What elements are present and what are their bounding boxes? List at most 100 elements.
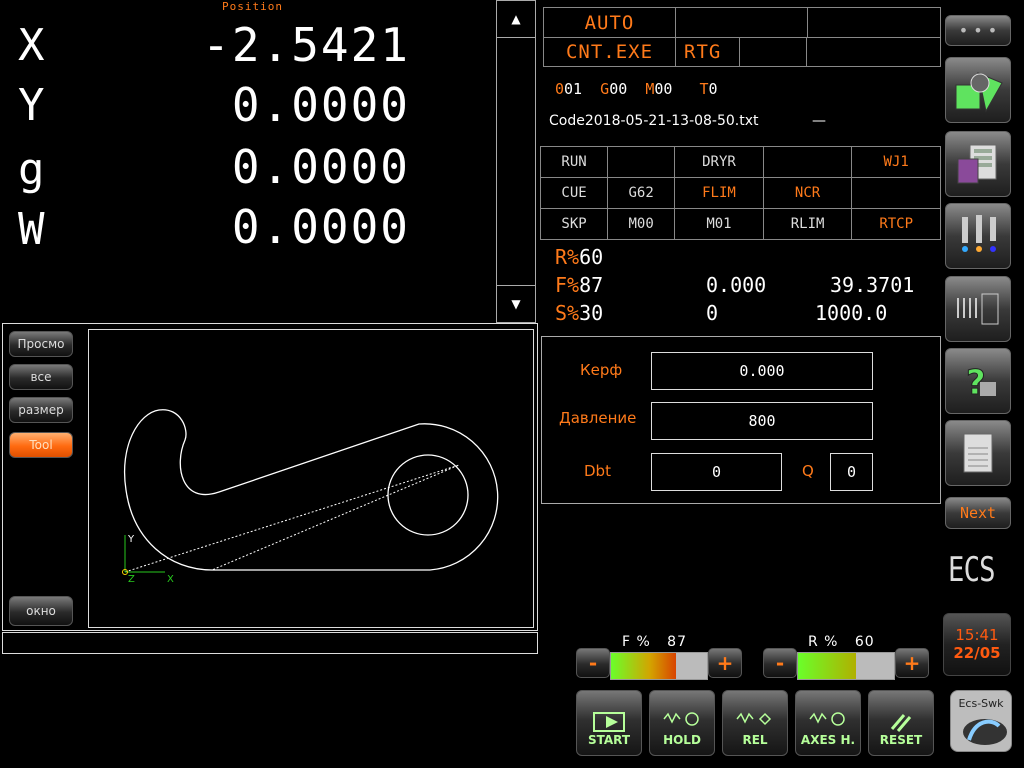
mode-empty-3 — [806, 37, 941, 67]
part-outer-contour — [124, 409, 499, 571]
tool-button[interactable]: Tool — [9, 432, 73, 458]
kerf-label: Керф — [580, 361, 623, 379]
status-cell: G62 — [607, 177, 676, 209]
size-button[interactable]: размер — [9, 397, 73, 423]
status-cell: CUE — [539, 177, 609, 209]
axis-g-value: 0.0000 — [231, 140, 410, 194]
swk-emblem-icon — [963, 719, 1007, 745]
show-all-button[interactable]: все — [9, 364, 73, 390]
mode-cnt: CNT.EXE — [543, 37, 676, 67]
status-cell: DRYR — [674, 146, 764, 178]
ecs-swk-badge[interactable]: Ecs-Swk — [950, 690, 1012, 752]
release-button[interactable]: REL — [722, 690, 788, 756]
feed-override-caption: F % 87 — [622, 634, 687, 650]
status-cell: RLIM — [762, 208, 853, 240]
mode-rtg-box — [739, 37, 807, 67]
feed-programmed: 39.3701 — [830, 273, 915, 297]
z-axis-label: Z — [128, 574, 135, 585]
rapid-override-caption: R % 60 — [808, 634, 875, 650]
program-file-name: Code2018-05-21-13-08-50.txt — [549, 113, 759, 129]
next-page-button[interactable]: Next — [945, 497, 1011, 529]
dbt-field[interactable]: 0 — [651, 453, 782, 491]
start-label: START — [587, 733, 631, 747]
clock-date: 22/05 — [953, 644, 1001, 662]
dbt-label: Dbt — [584, 462, 611, 480]
mode-empty-1 — [675, 7, 808, 38]
status-row: SKP M00 M01 RLIM RTCP — [539, 208, 941, 240]
triangle-down-icon: ▼ — [511, 297, 521, 311]
torch-setup-button[interactable] — [945, 203, 1011, 269]
y-axis-label: Y — [127, 534, 135, 545]
status-row: RUN DRYR WJ1 — [539, 146, 941, 178]
release-icon — [736, 712, 772, 726]
status-cell: M00 — [607, 208, 676, 240]
feed-minus-button[interactable]: - — [576, 648, 610, 678]
hold-button[interactable]: HOLD — [649, 690, 715, 756]
spindle-programmed: 1000.0 — [815, 301, 888, 325]
clock-time: 15:41 — [955, 626, 999, 644]
ellipsis-icon: • • • — [958, 21, 998, 40]
shapes-button[interactable] — [945, 57, 1011, 123]
release-label: REL — [742, 733, 768, 747]
feed-override-bar[interactable] — [610, 652, 708, 680]
hold-icon — [663, 712, 699, 726]
x-axis-label: X — [167, 574, 174, 585]
status-cell: RUN — [539, 146, 609, 178]
axis-g-name: g — [18, 144, 45, 195]
start-icon — [593, 712, 625, 732]
spindle-rate: S%30 — [555, 301, 604, 325]
status-cell — [762, 146, 853, 178]
document-icon — [963, 433, 993, 473]
badge-label: Ecs-Swk — [958, 697, 1004, 710]
axes-hold-label: AXES H. — [800, 733, 856, 747]
axes-hold-button[interactable]: AXES H. — [795, 690, 861, 756]
scroll-down-button[interactable]: ▼ — [497, 285, 535, 322]
report-button[interactable] — [945, 420, 1011, 486]
help-icon: ? — [966, 363, 996, 404]
program-library-button[interactable] — [945, 131, 1011, 197]
reset-button[interactable]: RESET — [868, 690, 934, 756]
gcode-line: 001 G00 M00 T0 — [555, 80, 718, 98]
toolpath-canvas[interactable]: Y X Z — [88, 329, 534, 628]
mode-empty-2 — [807, 7, 941, 38]
status-cell — [607, 146, 676, 178]
rapid-override-fill — [798, 653, 856, 679]
position-title: Position — [222, 0, 283, 13]
feed-override-fill — [611, 653, 677, 679]
part-hole-contour — [387, 454, 469, 536]
reset-icon — [890, 714, 912, 732]
kerf-field[interactable]: 0.000 — [651, 352, 873, 390]
ecs-logo: ECS — [948, 550, 996, 590]
window-button[interactable]: окно — [9, 596, 73, 626]
q-field[interactable]: 0 — [830, 453, 873, 491]
clock: 15:41 22/05 — [943, 613, 1011, 676]
feed-plus-button[interactable]: + — [708, 648, 742, 678]
q-label: Q — [802, 462, 814, 480]
scroll-up-button[interactable]: ▲ — [497, 1, 535, 38]
rapid-rate: R%60 — [555, 245, 604, 269]
axis-y-value: 0.0000 — [231, 78, 410, 132]
feed-rate: F%87 — [555, 273, 604, 297]
rapid-moves — [124, 464, 460, 573]
preview-status-bar — [2, 632, 538, 654]
multi-torch-button[interactable] — [945, 276, 1011, 342]
reset-label: RESET — [879, 733, 923, 747]
status-cell — [851, 177, 941, 209]
menu-button[interactable]: • • • — [945, 15, 1011, 46]
preview-button[interactable]: Просмо — [9, 331, 73, 357]
status-cell: NCR — [762, 177, 853, 209]
rapid-override-bar[interactable] — [797, 652, 895, 680]
rapid-plus-button[interactable]: + — [895, 648, 929, 678]
help-button[interactable]: ? — [945, 348, 1011, 414]
spindle-actual: 0 — [706, 301, 719, 325]
position-scrollbar[interactable]: ▲ ▼ — [496, 0, 536, 323]
torch-icon — [962, 215, 996, 252]
pressure-field[interactable]: 800 — [651, 402, 873, 440]
hold-label: HOLD — [663, 733, 701, 747]
rapid-minus-button[interactable]: - — [763, 648, 797, 678]
triangle-up-icon: ▲ — [511, 12, 521, 26]
pressure-label: Давление — [559, 409, 637, 427]
status-table: RUN DRYR WJ1 CUE G62 FLIM NCR SKP M00 M01 RLIM RTCP — [539, 146, 941, 240]
start-button[interactable]: START — [576, 690, 642, 756]
axis-w-value: 0.0000 — [231, 200, 410, 254]
